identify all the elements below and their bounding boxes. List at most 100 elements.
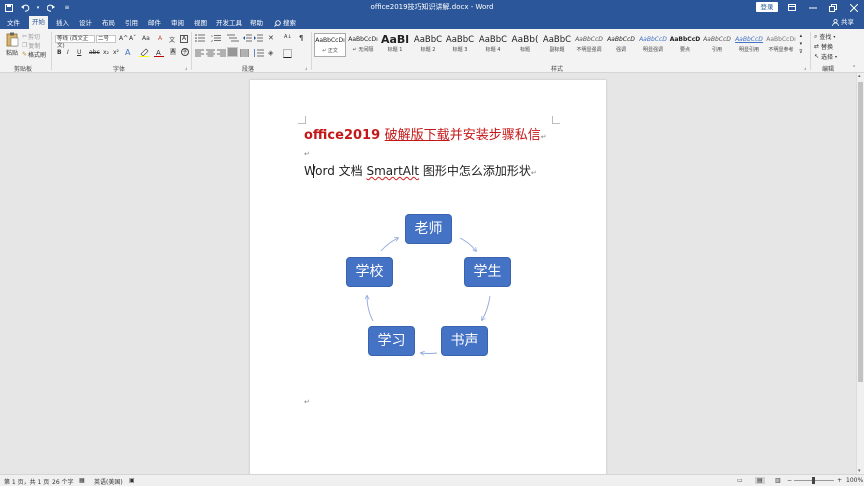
style-heading-1[interactable]: AaBl 标题 1 [379, 33, 411, 57]
grow-font-button[interactable]: A^ [119, 35, 128, 42]
highlight-button[interactable] [139, 48, 149, 57]
style-emphasis[interactable]: AaBbCcD 强调 [605, 33, 637, 57]
copy-button[interactable]: ❐ 复制 [22, 41, 40, 50]
collapse-ribbon-icon[interactable]: ⌃ [852, 65, 856, 71]
align-left-button[interactable] [195, 49, 204, 57]
font-color-button[interactable]: A [154, 48, 164, 57]
tab-help[interactable]: 帮助 [247, 17, 266, 29]
underline-button[interactable]: U [77, 49, 81, 56]
print-layout-icon[interactable]: ▥ [775, 477, 781, 484]
tab-developer[interactable]: 开发工具 [213, 17, 245, 29]
smartart-node-study[interactable]: 学习 [368, 326, 415, 356]
close-icon[interactable] [844, 0, 864, 15]
share-button[interactable]: 共享 [832, 17, 854, 28]
vertical-scrollbar[interactable]: ▴ ▾ [856, 73, 864, 474]
align-right-button[interactable] [217, 49, 226, 57]
tab-mailings[interactable]: 邮件 [145, 17, 164, 29]
increase-indent-button[interactable] [254, 34, 263, 42]
superscript-button[interactable]: x² [113, 49, 119, 56]
signin-button[interactable]: 登录 [756, 2, 778, 12]
subscript-button[interactable]: x₂ [103, 49, 109, 56]
character-border-button[interactable]: A [180, 35, 189, 43]
justify-button[interactable] [227, 47, 238, 57]
styles-dialog-launcher-icon[interactable]: ⌟ [804, 65, 806, 71]
phonetic-guide-button[interactable]: 文 [169, 35, 175, 44]
enclose-characters-button[interactable]: 字 [181, 48, 189, 56]
smartart-node-school[interactable]: 学校 [346, 257, 393, 287]
style-heading-3[interactable]: AaBbC 标题 3 [444, 33, 476, 57]
style-heading-4[interactable]: AaBbC 标题 4 [477, 33, 509, 57]
style-no-spacing[interactable]: AaBbCcDı ↵ 无间隔 [347, 33, 379, 57]
tab-layout[interactable]: 布局 [99, 17, 118, 29]
strikethrough-button[interactable]: abc [89, 49, 100, 56]
proofing-icon[interactable]: ▦ [79, 477, 85, 484]
line-spacing-button[interactable] [253, 49, 264, 57]
font-size-combo[interactable]: 二号 [96, 35, 116, 43]
read-mode-icon[interactable]: ▤ [755, 477, 765, 484]
word-count[interactable]: 26 个字 [52, 477, 74, 486]
tab-insert[interactable]: 插入 [53, 17, 72, 29]
smartart-node-teacher[interactable]: 老师 [405, 214, 452, 244]
smartart-node-reading[interactable]: 书声 [441, 326, 488, 356]
distributed-button[interactable] [240, 49, 249, 57]
ribbon-display-options-icon[interactable] [782, 0, 802, 15]
decrease-indent-button[interactable] [243, 34, 252, 42]
cut-button[interactable]: ✂ 剪切 [22, 32, 40, 41]
clear-formatting-button[interactable]: A [158, 35, 162, 42]
style-title[interactable]: AaBb( 标题 [509, 33, 541, 57]
scrollbar-thumb[interactable] [858, 82, 863, 382]
change-case-button[interactable]: Aa [142, 35, 150, 42]
shrink-font-button[interactable]: Aˇ [129, 35, 136, 42]
tab-design[interactable]: 设计 [76, 17, 95, 29]
search-box[interactable]: 搜索 [271, 17, 299, 29]
style-subtle-emphasis[interactable]: AaBbCcD 不明显强调 [573, 33, 605, 57]
chinese-layout-button[interactable]: ✕ [268, 34, 274, 42]
character-shading-button[interactable]: A [170, 48, 177, 55]
document-area[interactable]: office2019 破解版下载并安装步骤私信↵ ↵ Word 文档 Smart… [0, 73, 856, 474]
document-page[interactable]: office2019 破解版下载并安装步骤私信↵ ↵ Word 文档 Smart… [250, 80, 606, 474]
tab-references[interactable]: 引用 [122, 17, 141, 29]
styles-scroll[interactable]: ▴ ▾ ⊽ [799, 33, 803, 56]
style-subtitle[interactable]: AaBbC 副标题 [541, 33, 573, 57]
style-normal[interactable]: AaBbCcDı ↵ 正文 [314, 33, 346, 57]
select-button[interactable]: ↖ 选择 ▾ [814, 52, 837, 61]
bullets-button[interactable] [195, 34, 207, 42]
tab-home[interactable]: 开始 [29, 16, 48, 29]
replace-button[interactable]: ⇄ 替换 [814, 42, 833, 51]
tab-file[interactable]: 文件 [4, 17, 23, 29]
align-center-button[interactable] [206, 49, 215, 57]
macro-record-icon[interactable]: ▣ [129, 477, 135, 484]
multilevel-list-button[interactable] [227, 34, 239, 42]
tab-review[interactable]: 审阅 [168, 17, 187, 29]
paragraph-dialog-launcher-icon[interactable]: ⌟ [305, 65, 307, 71]
maximize-icon[interactable] [823, 0, 843, 15]
scroll-up-arrow-icon[interactable]: ▴ [858, 73, 861, 79]
show-hide-marks-button[interactable]: ¶ [299, 34, 303, 42]
page-count[interactable]: 第 1 页，共 1 页 [4, 477, 49, 486]
font-name-combo[interactable]: 等线 (西文正文) [55, 35, 95, 49]
style-quote[interactable]: AaBbCcD 引用 [701, 33, 733, 57]
borders-button[interactable] [283, 49, 292, 58]
style-subtle-reference[interactable]: AaBbCcDı 不明显参考 [765, 33, 797, 57]
language-indicator[interactable]: 英语(美国) [94, 477, 123, 486]
numbering-button[interactable]: 12 [211, 34, 223, 42]
focus-mode-icon[interactable]: ▭ [737, 477, 743, 484]
style-intense-emphasis[interactable]: AaBbCcD 明显强调 [637, 33, 669, 57]
minimize-icon[interactable] [803, 0, 823, 15]
paste-button[interactable]: 粘贴 [4, 32, 20, 57]
italic-button[interactable]: I [67, 49, 69, 56]
bold-button[interactable]: B [57, 49, 62, 56]
style-heading-2[interactable]: AaBbC 标题 2 [412, 33, 444, 57]
sort-button[interactable]: A↓ [284, 34, 292, 40]
zoom-out-icon[interactable]: − [787, 477, 792, 484]
style-strong[interactable]: AaBbCcD 要点 [669, 33, 701, 57]
format-painter-button[interactable]: ✎ 格式刷 [22, 50, 46, 59]
zoom-slider[interactable] [794, 477, 834, 484]
style-intense-quote[interactable]: AaBbCcD 明显引用 [733, 33, 765, 57]
text-effects-button[interactable]: A [125, 48, 130, 57]
shading-button[interactable]: ◈ [268, 49, 273, 57]
zoom-in-icon[interactable]: + [837, 477, 842, 484]
tab-view[interactable]: 视图 [191, 17, 210, 29]
font-dialog-launcher-icon[interactable]: ⌟ [185, 65, 187, 71]
zoom-slider-thumb[interactable] [812, 477, 815, 484]
